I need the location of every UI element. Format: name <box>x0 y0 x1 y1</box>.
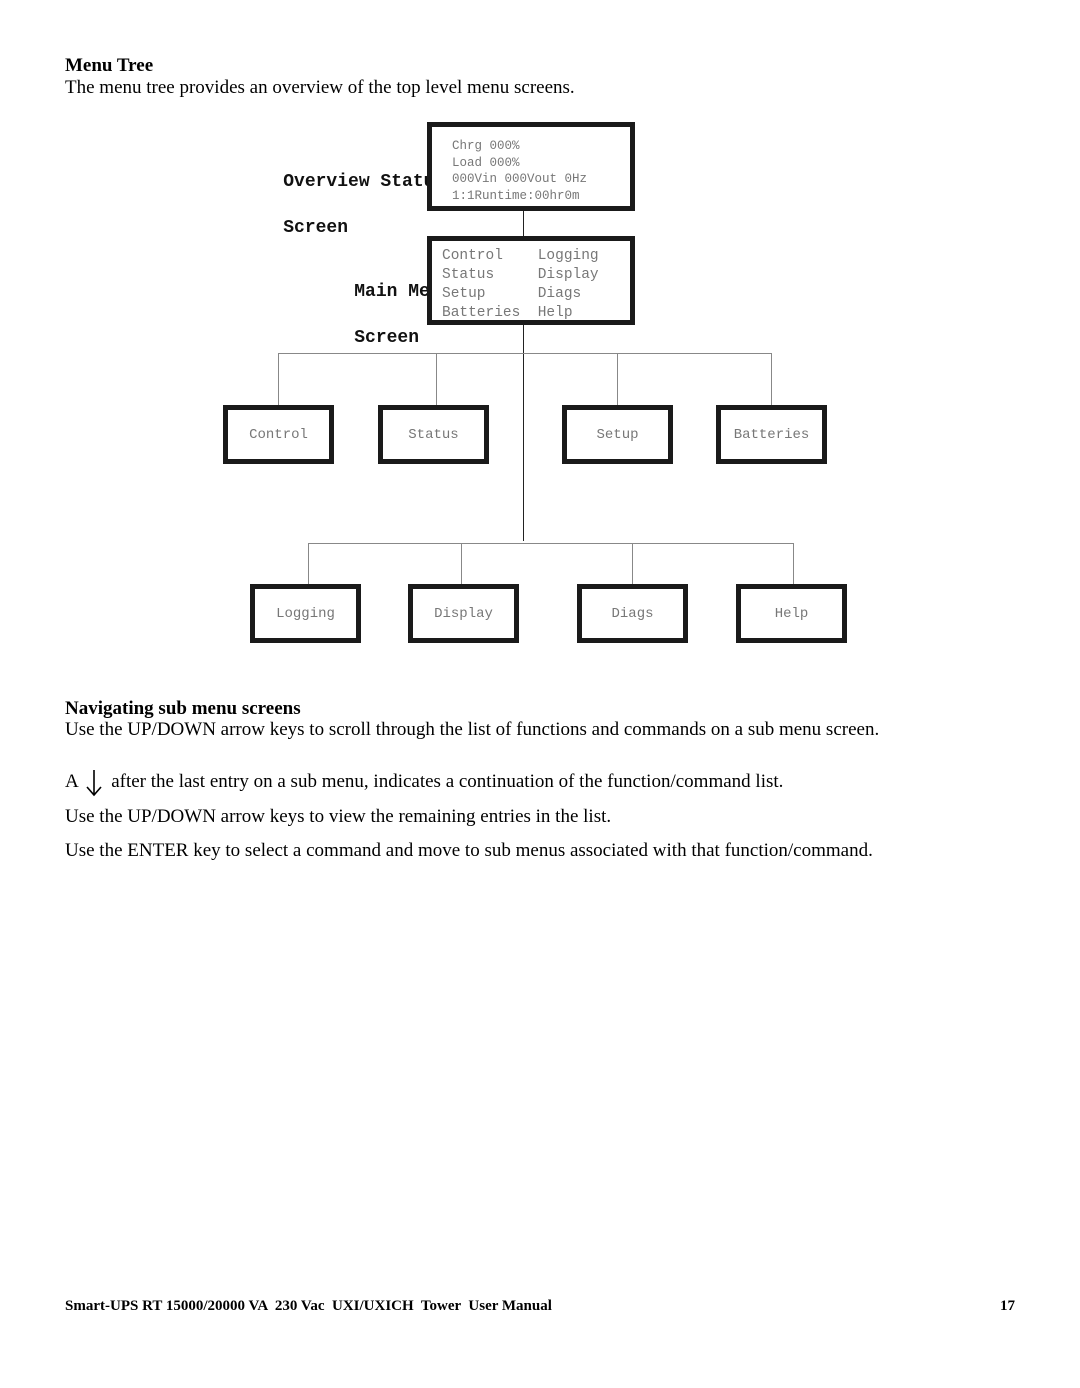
connector-line <box>278 353 772 354</box>
connector-line <box>278 353 279 407</box>
screen-line: Load 000% <box>452 155 520 170</box>
intro-text: The menu tree provides an overview of th… <box>65 77 575 98</box>
submenu-logging: Logging <box>250 584 361 643</box>
screen-line: Chrg 000% <box>452 139 520 153</box>
nav-paragraph-2-prefix: A <box>65 771 78 792</box>
main-menu-label-line2: Screen <box>354 328 420 348</box>
screen-line: Status Display <box>442 267 599 283</box>
connector-line <box>436 353 437 407</box>
screen-line: Setup Diags <box>442 286 582 302</box>
footer-page-number: 17 <box>1000 1298 1015 1314</box>
screen-line: 1:1Runtime:00hr0m <box>452 188 580 203</box>
main-menu-screen: Control Logging Status Display Setup Dia… <box>427 236 635 325</box>
screen-line: Control Logging <box>442 248 599 264</box>
overview-label: Overview Status Screen <box>240 148 445 263</box>
connector-line <box>617 353 618 407</box>
submenu-diags: Diags <box>577 584 688 643</box>
overview-label-line1: Overview Status <box>283 172 446 192</box>
connector-line <box>523 211 524 237</box>
connector-line <box>308 543 309 586</box>
connector-line <box>308 543 794 544</box>
connector-line <box>523 325 524 541</box>
screen-line: 000Vin 000Vout 0Hz <box>452 172 588 186</box>
nav-paragraph-4: Use the ENTER key to select a command an… <box>65 840 873 861</box>
footer-manual-title: Smart-UPS RT 15000/20000 VA 230 Vac UXI/… <box>65 1298 552 1314</box>
connector-line <box>793 543 794 586</box>
nav-paragraph-3: Use the UP/DOWN arrow keys to view the r… <box>65 806 612 827</box>
submenu-display: Display <box>408 584 519 643</box>
submenu-status: Status <box>378 405 489 464</box>
nav-title: Navigating sub menu screens <box>65 698 301 719</box>
submenu-help: Help <box>736 584 847 643</box>
overview-label-line2: Screen <box>283 218 349 238</box>
submenu-batteries: Batteries <box>716 405 827 464</box>
screen-line: Batteries Help <box>442 305 573 321</box>
nav-paragraph-2-suffix: after the last entry on a sub menu, indi… <box>111 771 784 792</box>
connector-line <box>461 543 462 586</box>
nav-paragraph-2: A after the last entry on a sub menu, in… <box>65 768 783 798</box>
down-arrow-icon <box>86 770 103 797</box>
section-title: Menu Tree <box>65 55 154 76</box>
nav-paragraph-1: Use the UP/DOWN arrow keys to scroll thr… <box>65 719 880 740</box>
submenu-setup: Setup <box>562 405 673 464</box>
overview-status-screen: Chrg 000% Load 000% 000Vin 000Vout 0Hz 1… <box>427 122 635 211</box>
connector-line <box>632 543 633 586</box>
submenu-control: Control <box>223 405 334 464</box>
connector-line <box>771 353 772 407</box>
